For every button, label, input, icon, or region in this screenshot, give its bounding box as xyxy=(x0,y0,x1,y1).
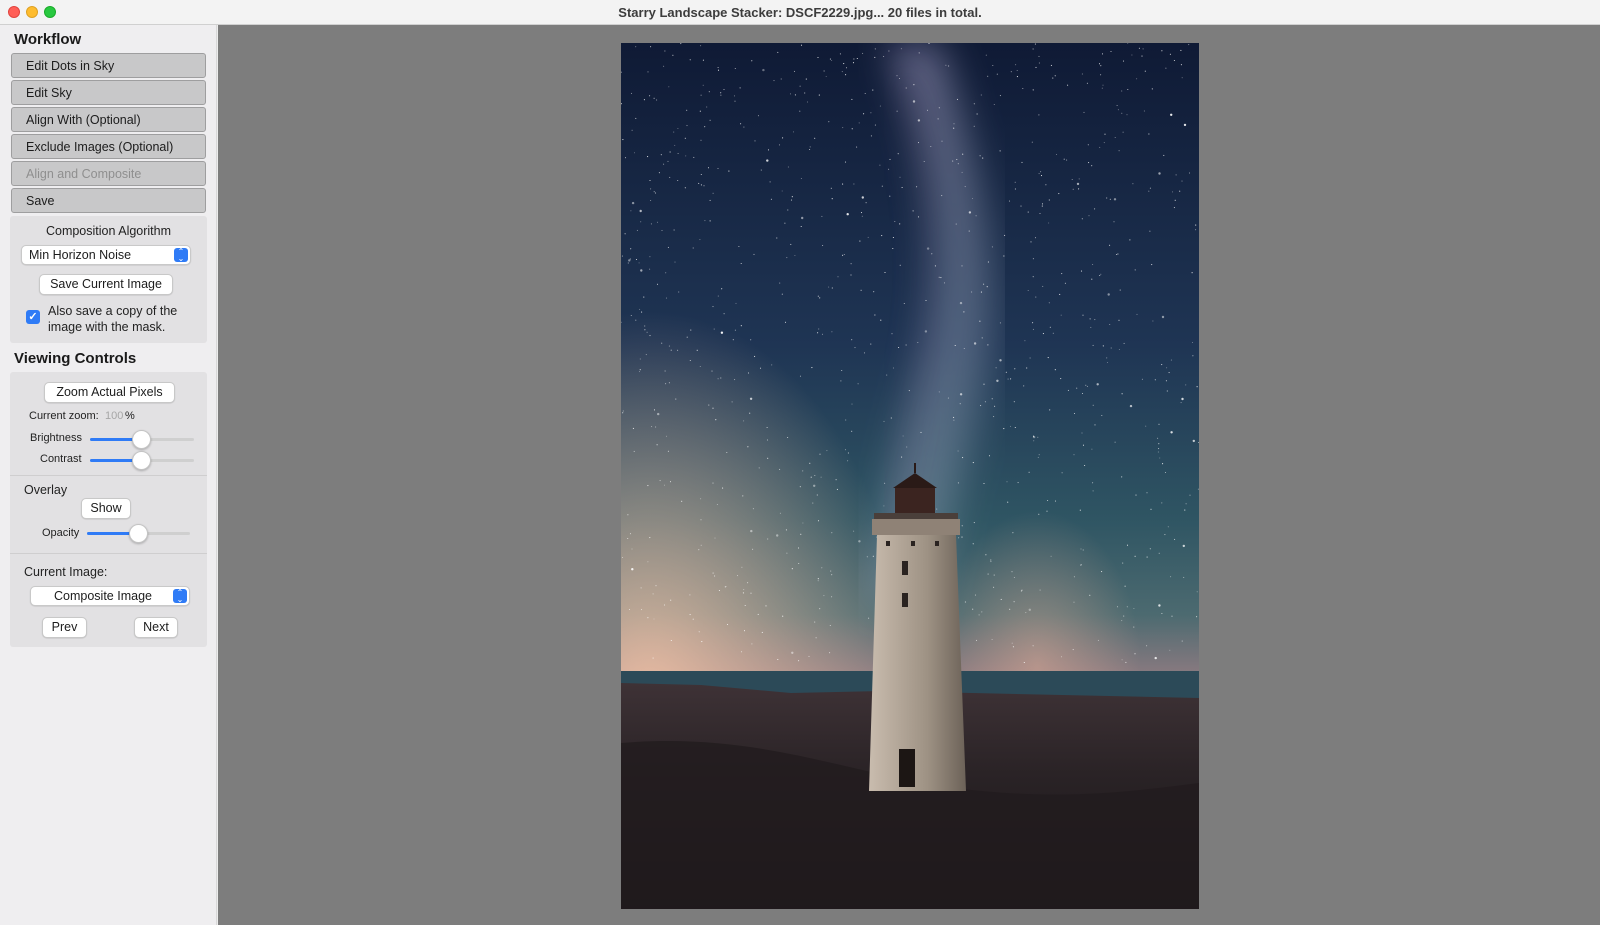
opacity-slider[interactable] xyxy=(87,524,190,543)
save-mask-copy-checkbox[interactable]: ✓ xyxy=(26,310,40,324)
overlay-label: Overlay xyxy=(24,483,68,497)
window-title: Starry Landscape Stacker: DSCF2229.jpg..… xyxy=(618,5,982,20)
exclude-images-button[interactable]: Exclude Images (Optional) xyxy=(11,134,206,159)
brightness-slider[interactable] xyxy=(90,430,194,449)
composition-algorithm-select[interactable]: Min Horizon Noise ⌃ ⌄ xyxy=(21,245,191,265)
overlay-show-button[interactable]: Show xyxy=(81,498,131,519)
checkmark-icon: ✓ xyxy=(28,311,38,323)
current-zoom-value: 100 xyxy=(105,410,124,422)
current-image-label: Current Image: xyxy=(24,565,108,579)
divider xyxy=(10,475,207,476)
contrast-slider[interactable] xyxy=(90,451,194,470)
align-and-composite-button[interactable]: Align and Composite xyxy=(11,161,206,186)
current-zoom-label: Current zoom: xyxy=(29,410,99,422)
next-image-button[interactable]: Next xyxy=(134,617,178,638)
composite-photo[interactable] xyxy=(621,43,1199,909)
title-bar: Starry Landscape Stacker: DSCF2229.jpg..… xyxy=(0,0,1600,25)
current-zoom-unit: % xyxy=(125,410,135,422)
lighthouse-night-sky-image xyxy=(621,43,1199,909)
viewing-controls-heading: Viewing Controls xyxy=(14,350,137,367)
current-image-select[interactable]: Composite Image ⌃ ⌄ xyxy=(30,586,190,606)
composition-algorithm-value: Min Horizon Noise xyxy=(29,248,132,262)
save-mask-copy-label-line1: Also save a copy of the xyxy=(48,304,178,318)
save-current-image-button[interactable]: Save Current Image xyxy=(39,274,173,295)
opacity-slider-knob[interactable] xyxy=(128,524,148,543)
save-mask-copy-label-line2: image with the mask. xyxy=(48,320,166,334)
edit-sky-button[interactable]: Edit Sky xyxy=(11,80,206,105)
opacity-label: Opacity xyxy=(42,527,80,539)
save-button[interactable]: Save xyxy=(11,188,206,213)
viewing-controls-panel: Zoom Actual Pixels Current zoom: 100 % B… xyxy=(10,372,207,647)
brightness-label: Brightness xyxy=(30,432,82,444)
sidebar: Workflow Edit Dots in Sky Edit Sky Align… xyxy=(0,25,217,925)
divider xyxy=(10,553,207,554)
current-image-value: Composite Image xyxy=(54,589,152,603)
chevron-up-down-icon: ⌃ ⌄ xyxy=(174,248,188,263)
contrast-label: Contrast xyxy=(40,453,82,465)
edit-dots-in-sky-button[interactable]: Edit Dots in Sky xyxy=(11,53,206,78)
save-options-panel: Composition Algorithm Min Horizon Noise … xyxy=(10,216,207,343)
zoom-actual-pixels-button[interactable]: Zoom Actual Pixels xyxy=(44,382,175,403)
composition-algorithm-label: Composition Algorithm xyxy=(45,224,172,238)
save-mask-copy-label: Also save a copy of the image with the m… xyxy=(48,303,177,335)
align-with-button[interactable]: Align With (Optional) xyxy=(11,107,206,132)
prev-image-button[interactable]: Prev xyxy=(42,617,87,638)
image-canvas[interactable] xyxy=(218,25,1600,925)
brightness-slider-knob[interactable] xyxy=(132,430,151,449)
chevron-up-down-icon: ⌃ ⌄ xyxy=(173,589,187,604)
workflow-heading: Workflow xyxy=(14,31,82,48)
contrast-slider-knob[interactable] xyxy=(132,451,151,470)
